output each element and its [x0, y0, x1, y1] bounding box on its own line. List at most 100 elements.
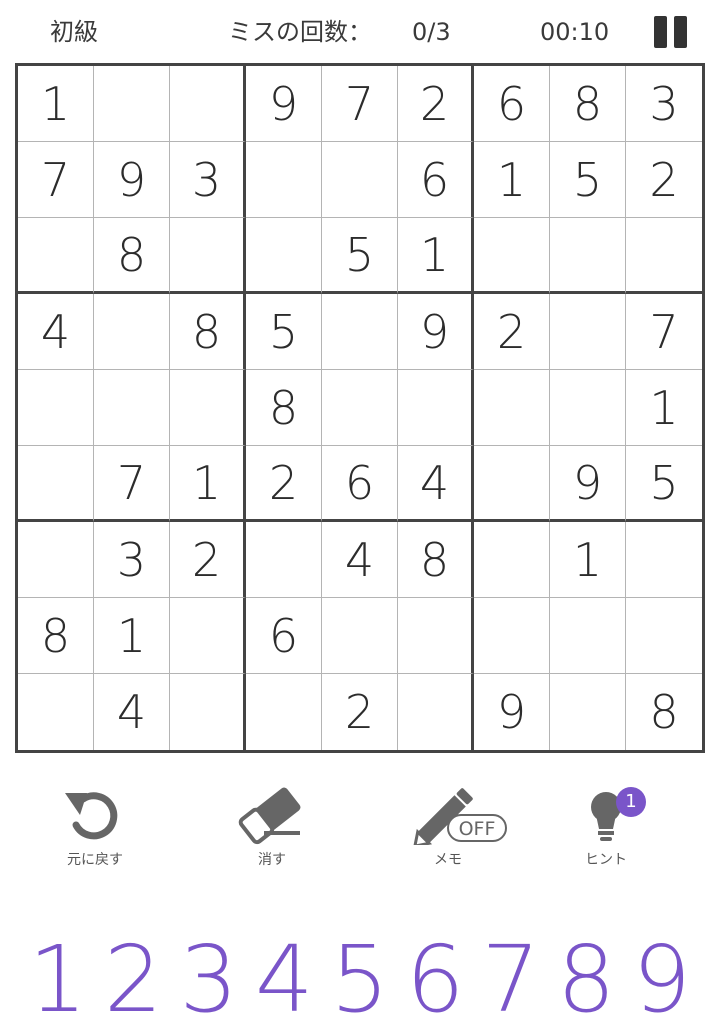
cell-r3-c5[interactable]: 5: [322, 218, 398, 294]
cell-r5-c5[interactable]: [322, 370, 398, 446]
cell-r9-c6[interactable]: [398, 674, 474, 750]
cell-r2-c2[interactable]: 9: [94, 142, 170, 218]
number-button-2[interactable]: 2: [96, 930, 172, 1030]
cell-r7-c3[interactable]: 2: [170, 522, 246, 598]
cell-r6-c2[interactable]: 7: [94, 446, 170, 522]
cell-r2-c8[interactable]: 5: [550, 142, 626, 218]
hint-count-badge: 1: [616, 787, 646, 817]
cell-r6-c9[interactable]: 5: [626, 446, 702, 522]
cell-r7-c2[interactable]: 3: [94, 522, 170, 598]
cell-r4-c8[interactable]: [550, 294, 626, 370]
cell-r8-c3[interactable]: [170, 598, 246, 674]
eraser-icon: [238, 787, 301, 845]
undo-button[interactable]: 元に戻す: [35, 785, 155, 875]
cell-r5-c3[interactable]: [170, 370, 246, 446]
memo-button[interactable]: OFF メモ: [388, 785, 508, 875]
cell-r7-c6[interactable]: 8: [398, 522, 474, 598]
cell-r1-c5[interactable]: 7: [322, 66, 398, 142]
cell-r7-c1[interactable]: [18, 522, 94, 598]
cell-r5-c7[interactable]: [474, 370, 550, 446]
number-button-6[interactable]: 6: [398, 930, 474, 1030]
cell-r5-c4[interactable]: 8: [246, 370, 322, 446]
cell-r4-c5[interactable]: [322, 294, 398, 370]
cell-r1-c1[interactable]: 1: [18, 66, 94, 142]
number-button-4[interactable]: 4: [247, 930, 323, 1030]
cell-r8-c6[interactable]: [398, 598, 474, 674]
cell-r9-c7[interactable]: 9: [474, 674, 550, 750]
cell-r2-c6[interactable]: 6: [398, 142, 474, 218]
cell-r3-c4[interactable]: [246, 218, 322, 294]
cell-r5-c1[interactable]: [18, 370, 94, 446]
erase-button[interactable]: 消す: [212, 785, 332, 875]
cell-r8-c2[interactable]: 1: [94, 598, 170, 674]
cell-r3-c1[interactable]: [18, 218, 94, 294]
cell-r1-c8[interactable]: 8: [550, 66, 626, 142]
cell-r6-c7[interactable]: [474, 446, 550, 522]
mistakes-label: ミスの回数：: [228, 18, 372, 46]
cell-r2-c9[interactable]: 2: [626, 142, 702, 218]
cell-r8-c9[interactable]: [626, 598, 702, 674]
cell-r1-c6[interactable]: 2: [398, 66, 474, 142]
cell-r6-c5[interactable]: 6: [322, 446, 398, 522]
cell-r2-c4[interactable]: [246, 142, 322, 218]
cell-r7-c4[interactable]: [246, 522, 322, 598]
cell-r3-c9[interactable]: [626, 218, 702, 294]
number-button-8[interactable]: 8: [549, 930, 625, 1030]
cell-r1-c7[interactable]: 6: [474, 66, 550, 142]
number-button-5[interactable]: 5: [322, 930, 398, 1030]
cell-r7-c7[interactable]: [474, 522, 550, 598]
cell-r3-c3[interactable]: [170, 218, 246, 294]
cell-r5-c9[interactable]: 1: [626, 370, 702, 446]
cell-r1-c9[interactable]: 3: [626, 66, 702, 142]
cell-r4-c2[interactable]: [94, 294, 170, 370]
number-button-7[interactable]: 7: [473, 930, 549, 1030]
cell-r9-c3[interactable]: [170, 674, 246, 750]
cell-r6-c3[interactable]: 1: [170, 446, 246, 522]
cell-r2-c3[interactable]: 3: [170, 142, 246, 218]
cell-r2-c7[interactable]: 1: [474, 142, 550, 218]
cell-r1-c4[interactable]: 9: [246, 66, 322, 142]
cell-r4-c7[interactable]: 2: [474, 294, 550, 370]
cell-r7-c8[interactable]: 1: [550, 522, 626, 598]
cell-r6-c8[interactable]: 9: [550, 446, 626, 522]
cell-r4-c3[interactable]: 8: [170, 294, 246, 370]
cell-r6-c1[interactable]: [18, 446, 94, 522]
cell-r2-c1[interactable]: 7: [18, 142, 94, 218]
hint-label: ヒント: [585, 852, 627, 868]
cell-r4-c1[interactable]: 4: [18, 294, 94, 370]
cell-r5-c6[interactable]: [398, 370, 474, 446]
hint-button[interactable]: 1 ヒント: [546, 785, 666, 875]
cell-r8-c1[interactable]: 8: [18, 598, 94, 674]
cell-r4-c6[interactable]: 9: [398, 294, 474, 370]
number-button-3[interactable]: 3: [171, 930, 247, 1030]
cell-r9-c5[interactable]: 2: [322, 674, 398, 750]
cell-r6-c4[interactable]: 2: [246, 446, 322, 522]
cell-r7-c5[interactable]: 4: [322, 522, 398, 598]
pause-button[interactable]: [654, 16, 688, 48]
number-button-1[interactable]: 1: [20, 930, 96, 1030]
cell-r1-c2[interactable]: [94, 66, 170, 142]
cell-r1-c3[interactable]: [170, 66, 246, 142]
cell-r9-c9[interactable]: 8: [626, 674, 702, 750]
cell-r8-c5[interactable]: [322, 598, 398, 674]
cell-r9-c4[interactable]: [246, 674, 322, 750]
cell-r2-c5[interactable]: [322, 142, 398, 218]
cell-r6-c6[interactable]: 4: [398, 446, 474, 522]
cell-r9-c8[interactable]: [550, 674, 626, 750]
cell-r8-c7[interactable]: [474, 598, 550, 674]
cell-r8-c4[interactable]: 6: [246, 598, 322, 674]
cell-r7-c9[interactable]: [626, 522, 702, 598]
number-button-9[interactable]: 9: [624, 930, 700, 1030]
cell-r4-c9[interactable]: 7: [626, 294, 702, 370]
cell-r4-c4[interactable]: 5: [246, 294, 322, 370]
erase-label: 消す: [258, 852, 286, 868]
cell-r3-c6[interactable]: 1: [398, 218, 474, 294]
cell-r8-c8[interactable]: [550, 598, 626, 674]
cell-r9-c1[interactable]: [18, 674, 94, 750]
cell-r5-c2[interactable]: [94, 370, 170, 446]
cell-r5-c8[interactable]: [550, 370, 626, 446]
cell-r9-c2[interactable]: 4: [94, 674, 170, 750]
cell-r3-c8[interactable]: [550, 218, 626, 294]
cell-r3-c7[interactable]: [474, 218, 550, 294]
cell-r3-c2[interactable]: 8: [94, 218, 170, 294]
